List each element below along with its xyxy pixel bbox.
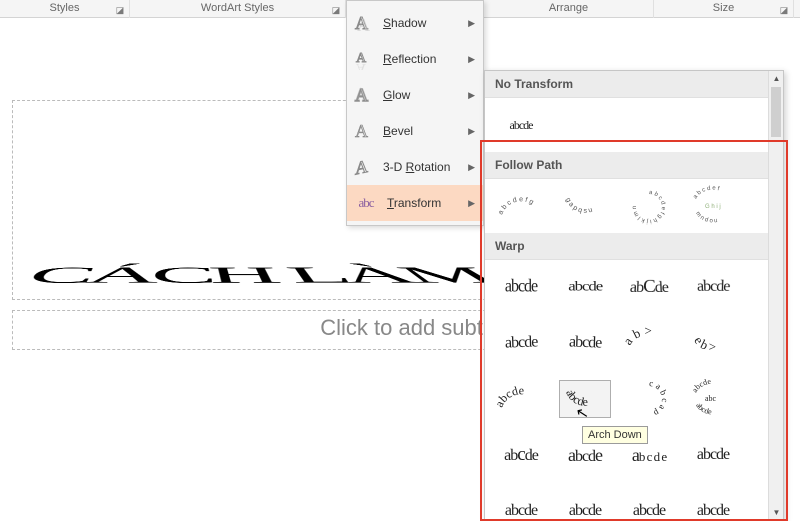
glow-icon: AA xyxy=(353,84,375,106)
menu-label: Reflection xyxy=(383,52,468,66)
menu-transform[interactable]: abc Transform ▶ xyxy=(347,185,483,221)
swatch-follow-arc-down[interactable]: g a p q s u xyxy=(559,187,611,225)
scroll-thumb[interactable] xyxy=(771,87,781,137)
scrollbar[interactable]: ▲ ▼ xyxy=(768,71,783,520)
transform-gallery: No Transform abcde Follow Path a b c d e… xyxy=(484,70,784,521)
submenu-arrow-icon: ▶ xyxy=(468,54,475,65)
shadow-icon: AA xyxy=(353,12,375,34)
svg-text:G h i j: G h i j xyxy=(705,204,721,210)
scroll-down-button[interactable]: ▼ xyxy=(769,505,784,520)
menu-label: Transform xyxy=(387,196,468,210)
text-effects-menu: AA Shadow ▶ AA Reflection ▶ AA Glow ▶ A … xyxy=(346,0,484,226)
swatch-warp[interactable]: abcde xyxy=(559,492,611,521)
ribbon-group-styles: Styles ◪ xyxy=(0,0,130,18)
swatch-warp[interactable]: e b > xyxy=(687,324,739,362)
swatch-warp[interactable]: abcde xyxy=(495,492,547,521)
svg-text:A: A xyxy=(356,60,367,70)
swatch-warp[interactable]: abcde xyxy=(623,492,675,521)
swatch-warp[interactable]: abcde xyxy=(495,268,547,306)
menu-label: 3-D Rotation xyxy=(383,160,468,174)
swatch-warp[interactable]: abcde xyxy=(559,324,611,362)
ribbon-group-size: Size ◪ xyxy=(654,0,794,18)
swatch-follow-button[interactable]: a b c d e f G h i jm n d o u xyxy=(687,187,739,225)
rotation3d-icon: A xyxy=(353,156,375,178)
ribbon-group-wordart: WordArt Styles ◪ xyxy=(130,0,346,18)
reflection-icon: AA xyxy=(353,48,375,70)
section-follow-path: Follow Path xyxy=(485,152,783,179)
swatch-circle[interactable]: c a b c a p xyxy=(623,380,675,418)
ribbon-group-arrange: Arrange xyxy=(484,0,654,18)
dialog-launcher-icon[interactable]: ◪ xyxy=(115,2,125,12)
ribbon-group-label: Size xyxy=(713,2,734,14)
svg-text:e b >: e b > xyxy=(691,333,716,354)
transform-icon: abc xyxy=(353,192,379,214)
svg-text:a b >: a b > xyxy=(620,323,652,348)
swatch-no-transform[interactable]: abcde xyxy=(495,106,547,144)
submenu-arrow-icon: ▶ xyxy=(468,18,475,29)
swatch-warp[interactable]: abcde xyxy=(559,268,611,306)
svg-text:abcde: abcde xyxy=(563,387,588,409)
svg-text:g a p q s u: g a p q s u xyxy=(564,197,593,215)
menu-bevel[interactable]: A Bevel ▶ xyxy=(347,113,483,149)
swatch-warp[interactable]: abCde xyxy=(623,268,675,306)
subtitle-placeholder-text: Click to add subtitle xyxy=(320,315,511,340)
ribbon-group-label: Styles xyxy=(50,2,80,14)
bevel-icon: A xyxy=(353,120,375,142)
swatch-warp[interactable]: abcde xyxy=(495,324,547,362)
svg-text:abcde: abcde xyxy=(694,401,713,416)
section-warp: Warp xyxy=(485,233,783,260)
submenu-arrow-icon: ▶ xyxy=(468,90,475,101)
menu-label: Bevel xyxy=(383,124,468,138)
swatch-warp[interactable]: abcde xyxy=(495,436,547,474)
submenu-arrow-icon: ▶ xyxy=(468,198,475,209)
svg-text:A: A xyxy=(355,121,368,141)
svg-text:abcde: abcde xyxy=(492,383,524,409)
swatch-warp[interactable]: abcde xyxy=(687,436,739,474)
menu-shadow[interactable]: AA Shadow ▶ xyxy=(347,5,483,41)
svg-text:A: A xyxy=(357,15,370,34)
svg-text:c a b c a p: c a b c a p xyxy=(649,378,670,419)
swatch-follow-arc-up[interactable]: a b c d e f g xyxy=(495,187,547,225)
dialog-launcher-icon[interactable]: ◪ xyxy=(331,2,341,12)
ribbon-group-label: Arrange xyxy=(549,2,588,14)
svg-text:abcde: abcde xyxy=(690,377,712,394)
tooltip-arch-down: Arch Down xyxy=(582,426,648,444)
svg-text:A: A xyxy=(355,156,368,178)
svg-text:a b c d e f g h i j k l m n: a b c d e f g h i j k l m n xyxy=(632,190,666,224)
menu-label: Shadow xyxy=(383,16,468,30)
swatch-warp[interactable]: a b > xyxy=(623,324,675,362)
svg-text:abc: abc xyxy=(705,394,717,403)
swatch-button[interactable]: abcdeabcabcde xyxy=(687,380,739,418)
swatch-warp[interactable]: abcde xyxy=(687,268,739,306)
ribbon-group-label: WordArt Styles xyxy=(201,2,274,14)
menu-reflection[interactable]: AA Reflection ▶ xyxy=(347,41,483,77)
svg-text:a b c d e f: a b c d e f xyxy=(692,186,720,200)
submenu-arrow-icon: ▶ xyxy=(468,162,475,173)
swatch-arch-up[interactable]: abcde xyxy=(495,380,547,418)
menu-label: Glow xyxy=(383,88,468,102)
svg-text:a b c d e f g: a b c d e f g xyxy=(497,196,534,216)
dialog-launcher-icon[interactable]: ◪ xyxy=(779,2,789,12)
submenu-arrow-icon: ▶ xyxy=(468,126,475,137)
scroll-up-button[interactable]: ▲ xyxy=(769,71,784,86)
section-no-transform: No Transform xyxy=(485,71,783,98)
menu-3drotation[interactable]: A 3-D Rotation ▶ xyxy=(347,149,483,185)
swatch-arch-down[interactable]: abcde xyxy=(559,380,611,418)
svg-text:m n d o u: m n d o u xyxy=(694,211,718,225)
menu-glow[interactable]: AA Glow ▶ xyxy=(347,77,483,113)
swatch-warp[interactable]: abcde xyxy=(687,492,739,521)
svg-text:A: A xyxy=(355,85,368,105)
swatch-follow-circle[interactable]: a b c d e f g h i j k l m n xyxy=(623,187,675,225)
